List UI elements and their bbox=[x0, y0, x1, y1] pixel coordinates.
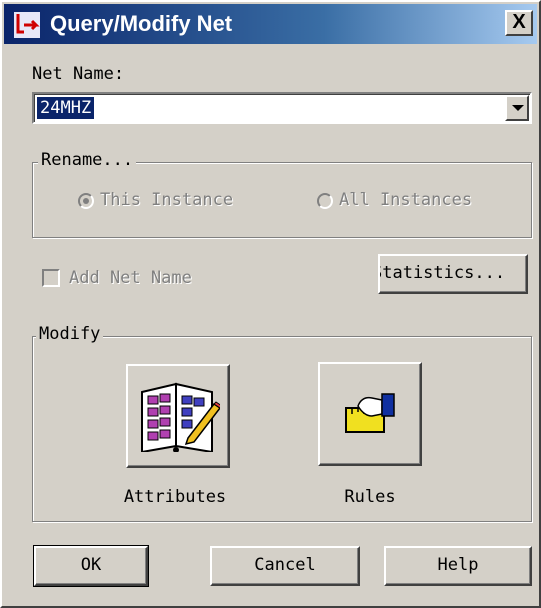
net-name-value[interactable]: 24MHZ bbox=[37, 97, 95, 119]
attributes-label: Attributes bbox=[123, 487, 227, 507]
cancel-button[interactable]: Cancel bbox=[210, 546, 360, 586]
net-name-combobox[interactable]: 24MHZ bbox=[32, 92, 532, 124]
rules-button[interactable] bbox=[318, 362, 422, 466]
help-button[interactable]: Help bbox=[384, 546, 532, 586]
window-title: Query/Modify Net bbox=[50, 11, 233, 36]
this-instance-radio[interactable] bbox=[78, 193, 94, 209]
modify-group bbox=[32, 336, 532, 522]
rename-group-label: Rename... bbox=[38, 150, 137, 170]
statistics-button[interactable]: Statistics... bbox=[378, 254, 528, 294]
app-logo-icon bbox=[14, 12, 40, 38]
add-net-name-checkbox[interactable] bbox=[42, 269, 60, 287]
query-modify-net-dialog: Query/Modify Net X Net Name: 24MHZ Renam… bbox=[0, 0, 541, 608]
rules-label: Rules bbox=[344, 487, 396, 507]
all-instances-label: All Instances bbox=[339, 190, 473, 210]
attributes-button[interactable] bbox=[126, 364, 230, 468]
ok-button[interactable]: OK bbox=[33, 545, 149, 587]
add-net-name-label: Add Net Name bbox=[69, 268, 192, 288]
radio-selected-dot bbox=[83, 198, 89, 204]
hand-ruler-icon bbox=[345, 393, 395, 433]
book-pencil-icon bbox=[141, 382, 220, 452]
modify-group-label: Modify bbox=[36, 324, 104, 344]
close-button[interactable]: X bbox=[505, 10, 533, 36]
all-instances-radio[interactable] bbox=[317, 193, 333, 209]
title-bar[interactable]: Query/Modify Net X bbox=[4, 4, 537, 44]
this-instance-label: This Instance bbox=[100, 190, 234, 210]
net-name-label: Net Name: bbox=[32, 64, 125, 84]
dropdown-arrow-icon[interactable] bbox=[505, 95, 529, 121]
